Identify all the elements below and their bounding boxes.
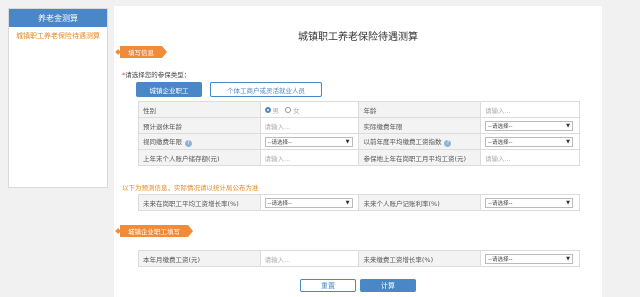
avg-wage-label: 参保地上年在岗职工月平均工资(元) <box>358 149 481 166</box>
section-marker-icon <box>115 228 121 234</box>
avg-index-value: --请选择-- <box>487 139 513 146</box>
wage-growth-label: 未来在岗职工平均工资增长率(%) <box>138 194 261 211</box>
age-input[interactable]: 请输入... <box>479 101 581 118</box>
info-form-table: 性别 男 女 年龄 请输入... 预计退休年龄 请输入... 实际缴费年限 --… <box>138 101 581 166</box>
deemed-years-label: 视同缴费年限 <box>143 138 182 146</box>
page-title: 城镇职工养老保险待遇测算 <box>298 32 418 43</box>
gender-label: 性别 <box>138 101 261 118</box>
account-rate-select[interactable]: --请选择-- ▼ <box>484 197 573 208</box>
account-input[interactable]: 请输入... <box>259 149 360 166</box>
help-icon[interactable]: ? <box>185 140 192 147</box>
chevron-down-icon: ▼ <box>566 138 570 145</box>
paid-years-select[interactable]: --请选择-- ▼ <box>484 120 573 131</box>
gender-male-radio[interactable] <box>264 106 271 113</box>
paid-years-label: 实际缴费年限 <box>358 117 481 134</box>
avg-index-label-cell: 以前年度平均缴费工资指数? <box>358 133 481 150</box>
calculate-button[interactable]: 计算 <box>360 279 416 292</box>
chevron-down-icon: ▼ <box>345 138 350 145</box>
account-rate-label: 未来个人账户记账利率(%) <box>358 194 481 211</box>
monthly-wage-label: 本年月缴费工资(元) <box>138 250 261 267</box>
avg-wage-input[interactable]: 请输入... <box>479 149 581 166</box>
account-rate-value: --请选择-- <box>487 200 513 207</box>
retire-age-input[interactable]: 请输入... <box>259 117 360 134</box>
wage-growth-select[interactable]: --请选择-- ▼ <box>264 197 353 208</box>
section-marker-icon <box>115 49 121 55</box>
future-growth-value: --请选择-- <box>487 256 513 263</box>
retire-age-label: 预计退休年龄 <box>138 117 261 134</box>
deemed-years-label-cell: 视同缴费年限? <box>138 133 261 150</box>
deemed-years-select[interactable]: --请选择-- ▼ <box>264 136 353 147</box>
sidebar-item-pension-calc[interactable]: 城镇职工养老保险待遇测算 <box>9 27 107 45</box>
section-tag-enterprise: 城镇企业职工填写 <box>115 225 193 237</box>
chevron-down-icon: ▼ <box>566 122 570 129</box>
gender-male-label: 男 <box>272 106 280 115</box>
forecast-form-table: 未来在岗职工平均工资增长率(%) --请选择-- ▼ 未来个人账户记账利率(%) … <box>138 194 581 211</box>
type-prompt: *请选择您的参保类型： <box>122 71 191 79</box>
enterprise-form-table: 本年月缴费工资(元) 请输入... 未来缴费工资增长率(%) --请选择-- ▼ <box>138 250 581 267</box>
deemed-years-value: --请选择-- <box>267 139 292 146</box>
type-prompt-text: 请选择您的参保类型： <box>125 71 191 79</box>
gender-female-radio[interactable] <box>285 106 292 113</box>
gender-female-label: 女 <box>293 106 300 115</box>
help-icon[interactable]: ? <box>444 140 452 147</box>
type-button-enterprise[interactable]: 城镇企业职工 <box>136 82 202 97</box>
avg-index-select[interactable]: --请选择-- ▼ <box>484 136 573 147</box>
chevron-down-icon: ▼ <box>345 199 350 206</box>
age-label: 年龄 <box>358 101 481 118</box>
section-tag-label: 填写信息 <box>128 49 154 57</box>
chevron-down-icon: ▼ <box>566 255 570 262</box>
monthly-wage-input[interactable]: 请输入... <box>259 250 360 267</box>
future-growth-select[interactable]: --请选择-- ▼ <box>484 253 573 264</box>
section-tag-fill-info: 填写信息 <box>115 46 167 58</box>
account-label: 上年末个人账户储存额(元) <box>138 149 261 166</box>
paid-years-value: --请选择-- <box>487 123 513 130</box>
chevron-down-icon: ▼ <box>566 199 570 206</box>
type-button-flexible[interactable]: 个体工商户或灵活就业人员 <box>210 82 322 97</box>
sidebar-header: 养老金测算 <box>9 9 107 27</box>
reset-button[interactable]: 重置 <box>300 279 356 292</box>
future-growth-label: 未来缴费工资增长率(%) <box>358 250 481 267</box>
section-tag-label: 城镇企业职工填写 <box>128 228 180 236</box>
gender-field: 男 女 <box>259 101 360 118</box>
avg-index-label: 以前年度平均缴费工资指数 <box>363 138 442 146</box>
sidebar: 养老金测算 城镇职工养老保险待遇测算 <box>8 8 108 188</box>
main-panel: 城镇职工养老保险待遇测算 填写信息 *请选择您的参保类型： 城镇企业职工 个体工… <box>114 6 602 297</box>
forecast-notice: 以下为预测信息，实际情况请以统计局公布为准 <box>122 184 259 192</box>
wage-growth-value: --请选择-- <box>267 200 292 207</box>
